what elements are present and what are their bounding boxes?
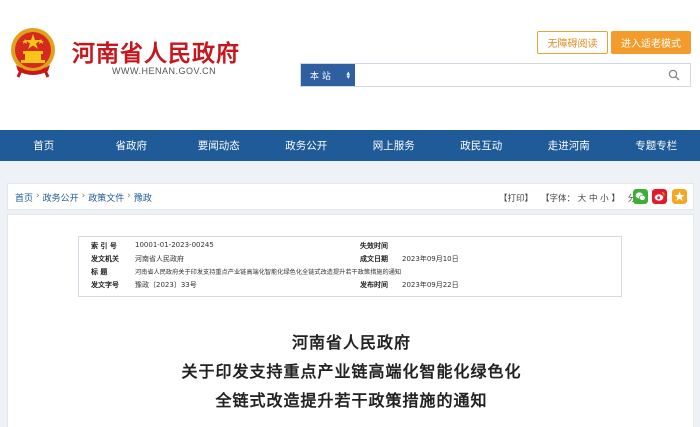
font-large-button[interactable]: 大	[578, 194, 587, 204]
breadcrumb-separator: ›	[127, 191, 131, 201]
nav-item-special-topics[interactable]: 专题专栏	[613, 130, 700, 161]
font-small-button[interactable]: 小	[600, 194, 609, 204]
document-title-line-1: 河南省人民政府	[291, 333, 411, 352]
meta-label: 成文日期	[360, 255, 388, 263]
breadcrumb-home[interactable]: 首页	[15, 191, 33, 204]
nav-item-provincial-gov[interactable]: 省政府	[88, 130, 176, 161]
search-scope-label: 本 站	[310, 71, 331, 82]
nav-item-gov-affairs[interactable]: 政务公开	[263, 130, 351, 161]
meta-value: 豫政〔2023〕33号	[135, 281, 197, 289]
meta-label: 发文字号	[91, 281, 119, 289]
meta-value: 10001-01-2023-00245	[135, 241, 214, 249]
search-icon[interactable]	[668, 69, 680, 81]
article-card: 索 引 号 10001-01-2023-00245 失效时间 发文机关 河南省人…	[7, 214, 694, 427]
favorite-star-icon[interactable]	[672, 189, 687, 204]
meta-label: 发布时间	[360, 281, 388, 289]
meta-row-issuer: 发文机关 河南省人民政府 成文日期 2023年09月10日	[79, 254, 623, 268]
wechat-share-icon[interactable]	[633, 189, 648, 204]
nav-item-about-henan[interactable]: 走进河南	[525, 130, 613, 161]
nav-item-home[interactable]: 首页	[0, 130, 88, 161]
site-title[interactable]: 河南省人民政府	[72, 34, 240, 68]
meta-row-title: 标 题 河南省人民政府关于印发支持重点产业链高端化智能化绿色化全链式改造提升若干…	[79, 267, 623, 281]
meta-label: 失效时间	[360, 242, 388, 250]
meta-label: 标 题	[91, 268, 108, 276]
document-title-line-3: 全链式改造提升若干政策措施的通知	[215, 391, 488, 410]
nav-item-interaction[interactable]: 政民互动	[438, 130, 526, 161]
print-button[interactable]: 【打印】	[499, 192, 533, 204]
meta-row-index: 索 引 号 10001-01-2023-00245 失效时间	[79, 241, 623, 255]
font-label: 【字体：	[541, 194, 576, 204]
breadcrumb-gov-affairs[interactable]: 政务公开	[43, 191, 79, 204]
elder-mode-button[interactable]: 进入适老模式	[611, 31, 691, 54]
site-url: WWW.HENAN.GOV.CN	[112, 66, 217, 76]
document-metadata-table: 索 引 号 10001-01-2023-00245 失效时间 发文机关 河南省人…	[78, 236, 622, 297]
breadcrumb-separator: ›	[36, 191, 40, 201]
breadcrumb-separator: ›	[81, 191, 86, 201]
site-header: 河南省人民政府 WWW.HENAN.GOV.CN 无障碍阅读 进入适老模式 本 …	[0, 0, 700, 130]
breadcrumb-yuzheng[interactable]: 豫政	[134, 191, 152, 204]
search-scope-dropdown[interactable]: 本 站 ▴ ▾	[301, 64, 355, 86]
meta-value: 2023年09月10日	[402, 255, 459, 263]
meta-value: 河南省人民政府	[135, 255, 184, 263]
meta-label: 索 引 号	[91, 242, 117, 250]
font-size-control: 【字体： 大 中 小 】	[541, 192, 620, 204]
document-title-line-2: 关于印发支持重点产业链高端化智能化绿色化	[181, 362, 522, 381]
main-nav: 首页 省政府 要闻动态 政务公开 网上服务 政民互动 走进河南 专题专栏	[0, 130, 700, 161]
breadcrumb-bar: 首页 › 政务公开 › 政策文件 › 豫政 【打印】 【字体： 大 中 小 】 …	[7, 183, 694, 210]
meta-label: 发文机关	[91, 255, 119, 263]
page-tools: 【打印】 【字体： 大 中 小 】 分享：	[499, 192, 653, 204]
breadcrumb-policy-docs[interactable]: 政策文件	[88, 191, 124, 204]
font-medium-button[interactable]: 中	[589, 194, 598, 204]
search-input[interactable]	[356, 64, 662, 86]
national-emblem-icon	[11, 28, 55, 78]
nav-item-online-services[interactable]: 网上服务	[350, 130, 438, 161]
search-bar: 本 站 ▴ ▾	[300, 63, 691, 87]
meta-value: 2023年09月22日	[402, 281, 459, 289]
nav-item-news[interactable]: 要闻动态	[175, 130, 263, 161]
accessibility-button[interactable]: 无障碍阅读	[537, 31, 608, 54]
meta-row-docno: 发文字号 豫政〔2023〕33号 发布时间 2023年09月22日	[79, 280, 623, 294]
breadcrumb: 首页 › 政务公开 › 政策文件 › 豫政	[15, 191, 152, 204]
meta-value: 河南省人民政府关于印发支持重点产业链高端化智能化绿色化全链式改造提升若干政策措施…	[135, 269, 402, 276]
font-close-bracket: 】	[611, 194, 620, 204]
sort-arrows-icon: ▴ ▾	[346, 69, 350, 81]
weibo-share-icon[interactable]	[652, 189, 667, 204]
